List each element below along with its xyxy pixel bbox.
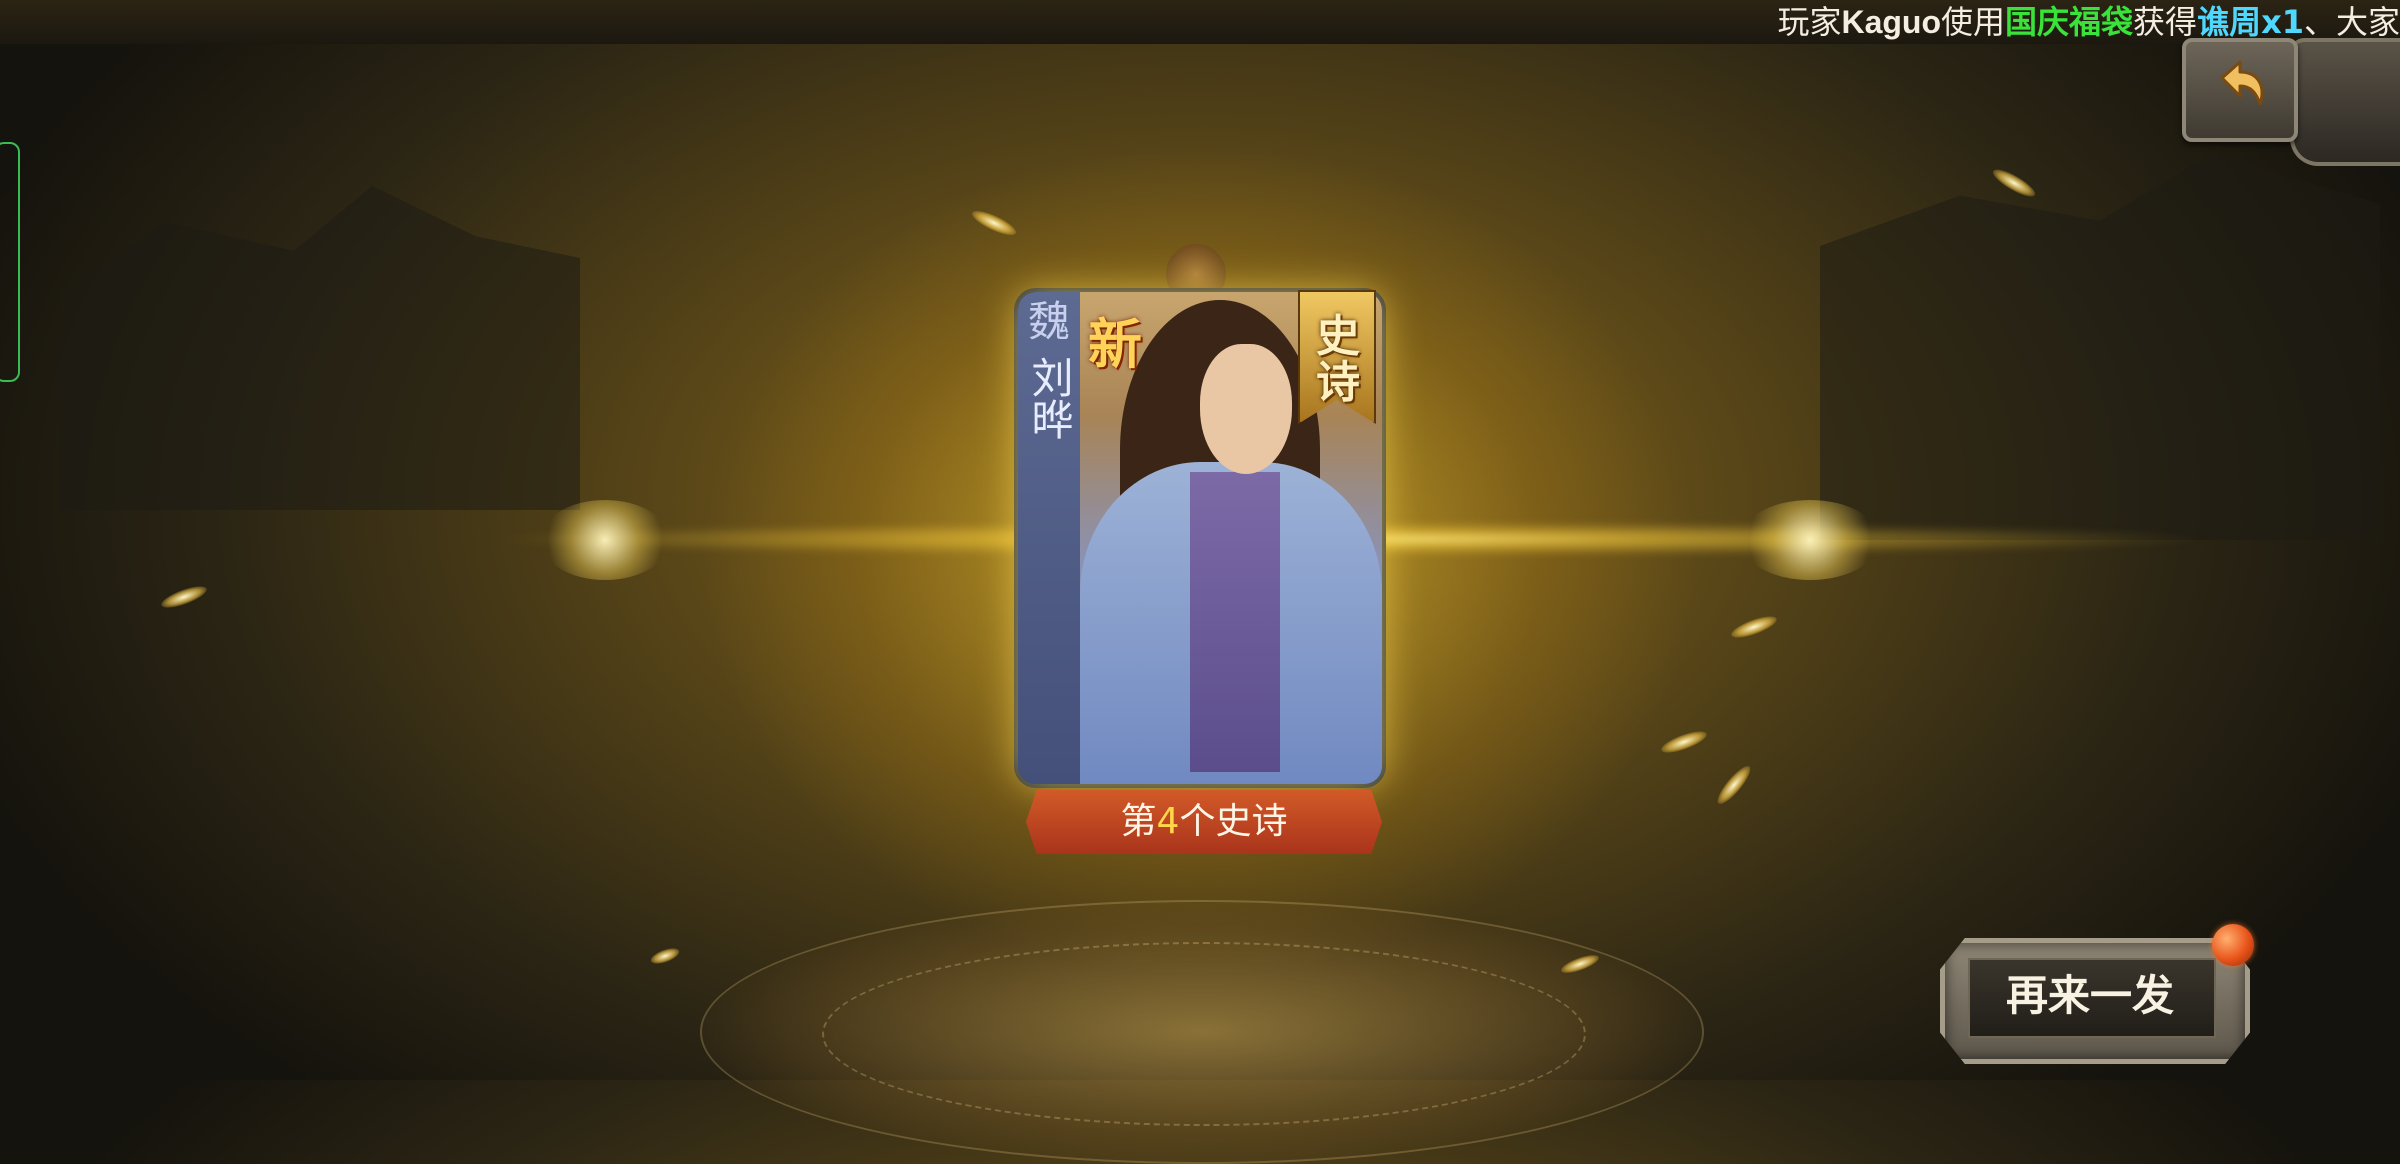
epic-count-number: 4 xyxy=(1156,801,1180,842)
announcement-suffix: 、大家 xyxy=(2303,3,2400,41)
pagoda-silhouette-right xyxy=(1820,153,2380,540)
summoning-circle xyxy=(700,900,1704,1164)
side-panel-edge[interactable] xyxy=(0,142,20,382)
hero-face xyxy=(1200,344,1292,474)
light-flare-right xyxy=(1740,500,1880,580)
back-arrow-icon xyxy=(2220,60,2264,106)
back-button[interactable] xyxy=(2182,38,2298,142)
spark xyxy=(969,206,1019,240)
spark xyxy=(1729,612,1779,642)
pagoda-silhouette-left xyxy=(60,186,580,510)
draw-again-label[interactable]: 再来一发 xyxy=(1968,958,2212,1034)
hero-faction: 魏 xyxy=(1027,297,1070,346)
spark xyxy=(1989,164,2039,202)
spark xyxy=(1659,727,1709,757)
card-side-strip: 魏 刘晔 xyxy=(1018,292,1080,784)
announcement-item: 国庆福袋 xyxy=(2005,3,2134,41)
epic-count-prefix: 第 xyxy=(1120,801,1157,842)
hero-name: 刘晔 xyxy=(1018,356,1080,450)
announcement-text: 玩家Kaguo使用国庆福袋获得谯周x1、大家 xyxy=(1777,2,2400,42)
hero-collar xyxy=(1190,472,1280,772)
spark xyxy=(648,945,682,967)
corner-frame xyxy=(2290,38,2400,166)
new-tag: 新 xyxy=(1088,312,1142,376)
epic-count-ribbon: 第4个史诗 xyxy=(1026,790,1382,854)
epic-badge-label: 史诗 xyxy=(1300,314,1376,406)
announcement-prefix: 玩家 xyxy=(1777,3,1842,41)
epic-count-suffix: 个史诗 xyxy=(1179,801,1288,842)
light-flare-left xyxy=(540,500,670,580)
spark xyxy=(159,582,209,612)
hero-card[interactable]: 魏 刘晔 新 史诗 xyxy=(1018,290,1382,784)
announcement-player: Kaguo xyxy=(1841,4,1942,40)
announcement-reward: 谯周x1 xyxy=(2197,3,2304,41)
hero-name-text: 刘晔 xyxy=(1025,356,1074,440)
announcement-got: 获得 xyxy=(2133,3,2198,41)
notification-dot xyxy=(2212,924,2254,966)
announcement-bar: 玩家Kaguo使用国庆福袋获得谯周x1、大家 xyxy=(0,0,2400,44)
announcement-verb: 使用 xyxy=(1941,3,2006,41)
epic-badge-text: 史诗 xyxy=(1316,311,1360,408)
spark xyxy=(1713,762,1755,808)
